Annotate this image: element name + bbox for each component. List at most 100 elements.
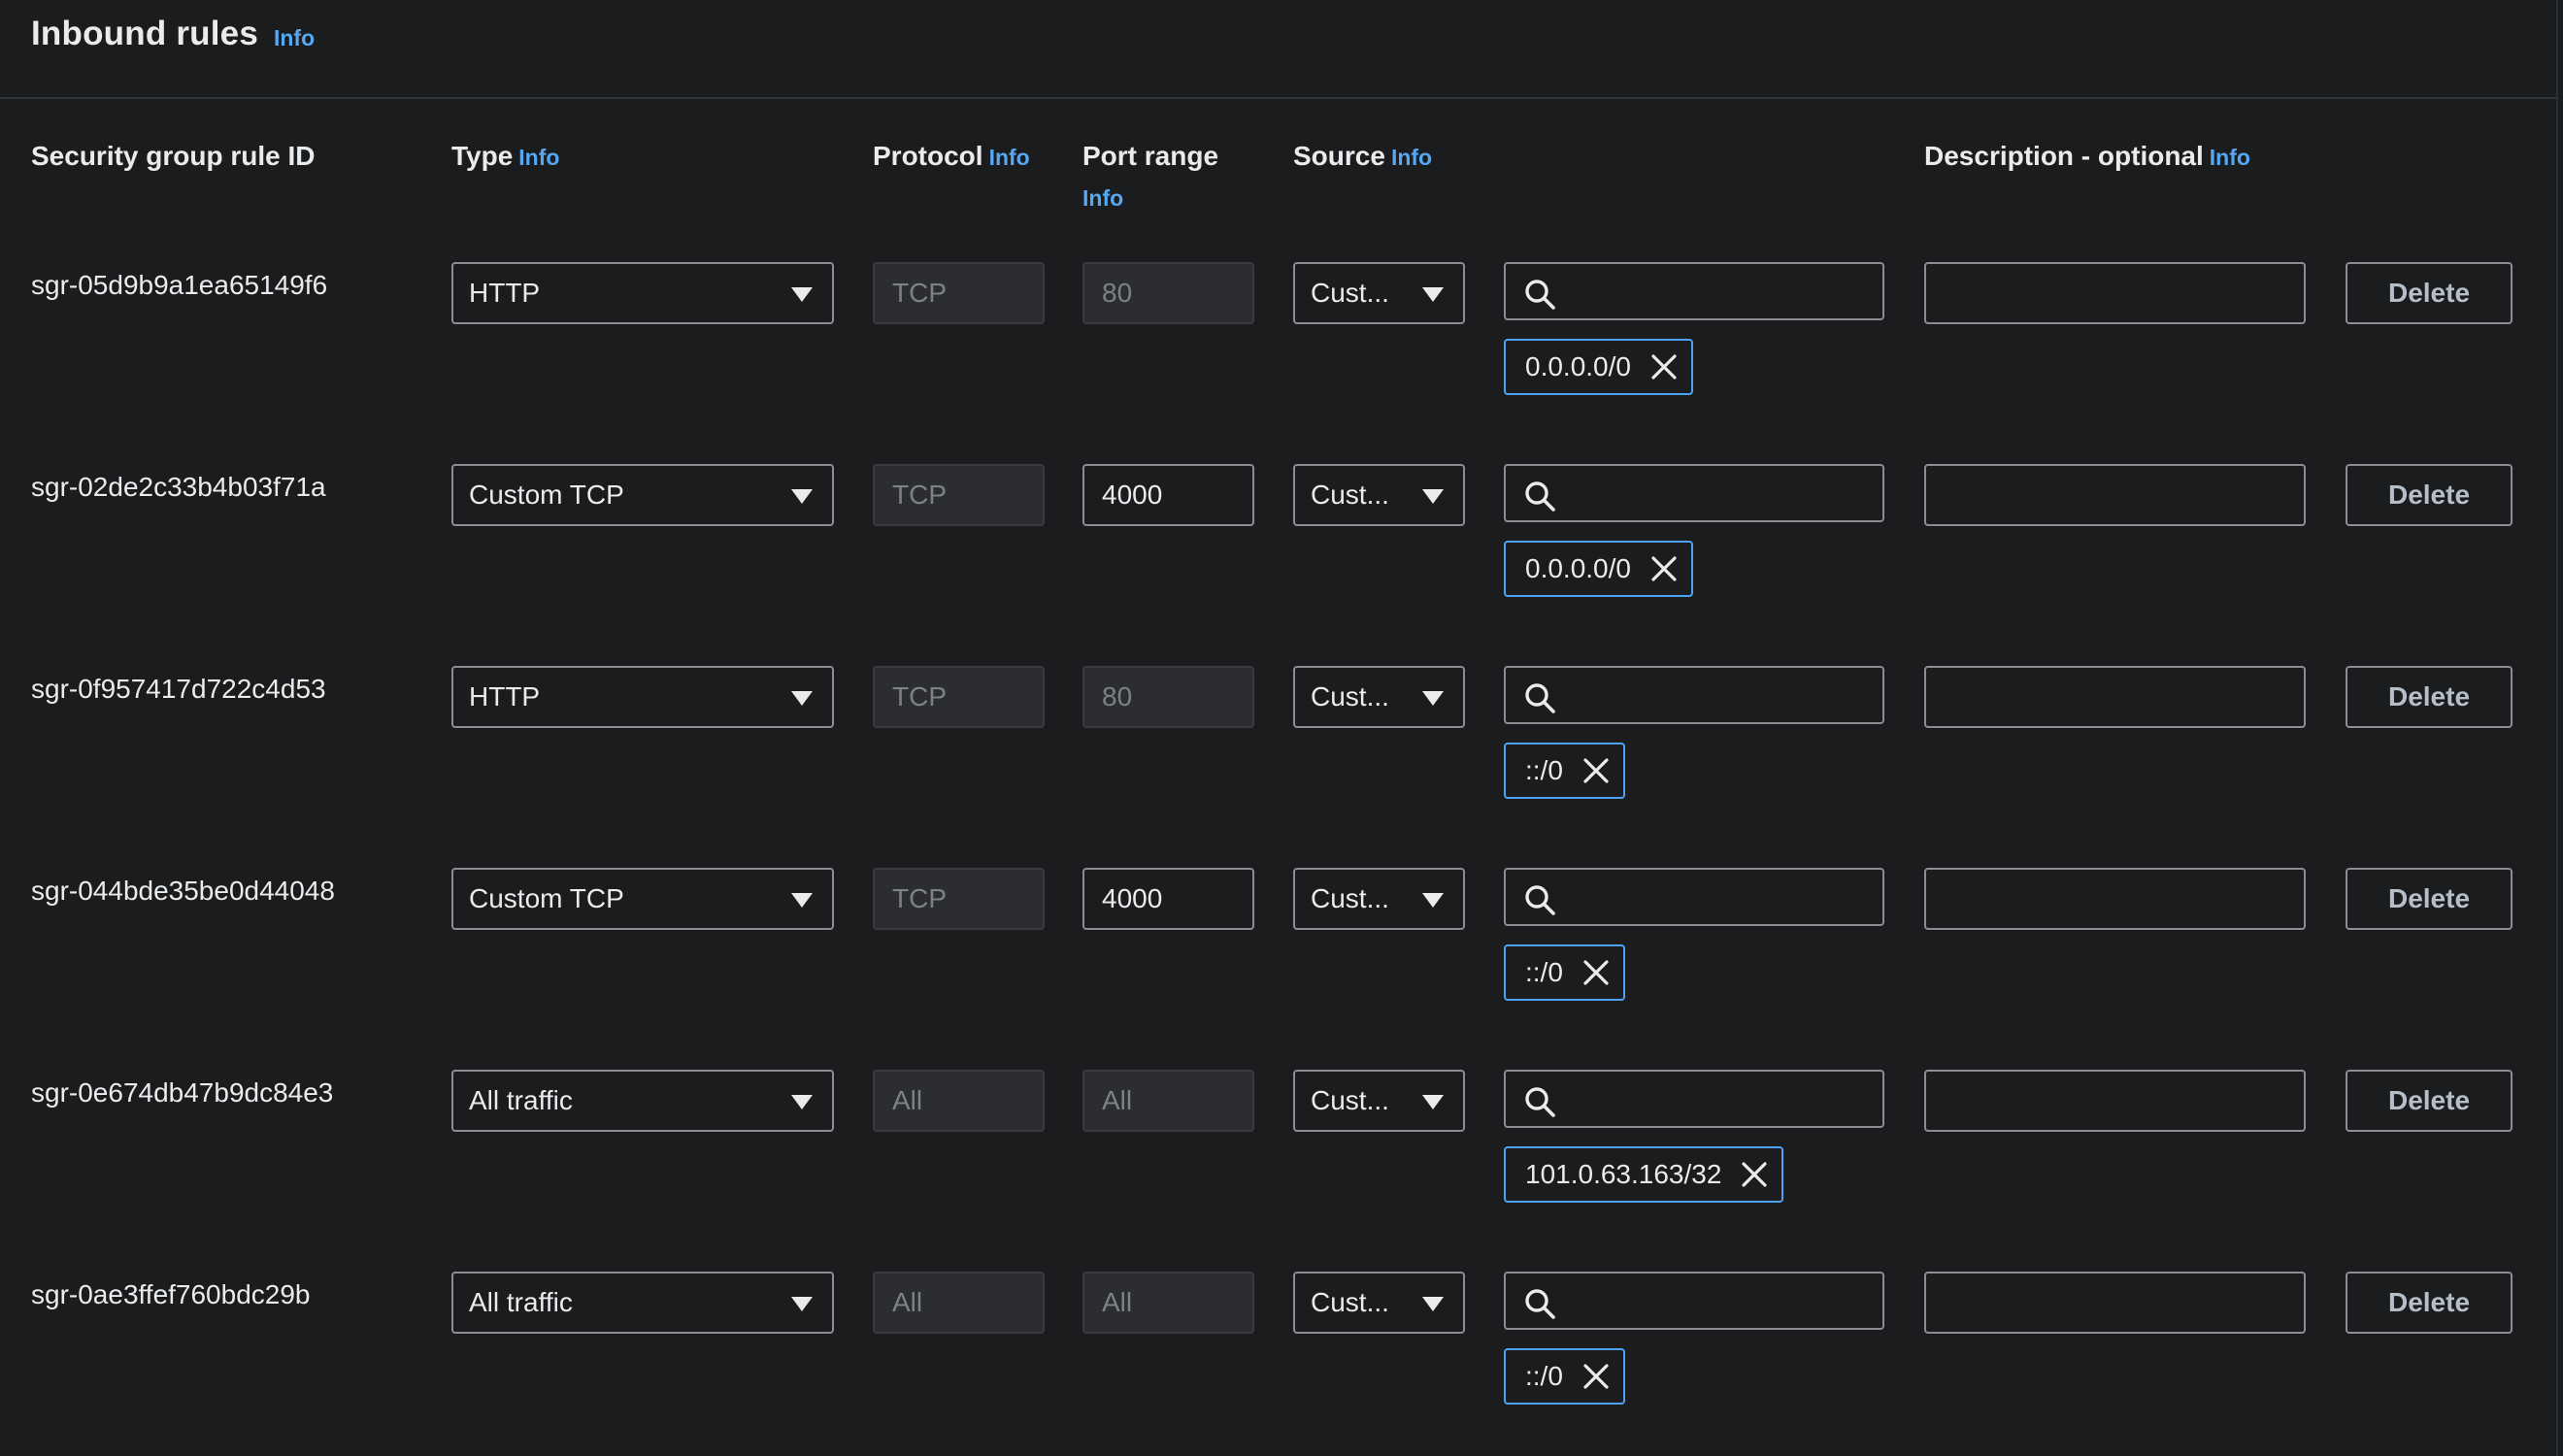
type-select-value: Custom TCP [469, 480, 624, 510]
caret-down-icon [791, 893, 813, 908]
delete-button[interactable]: Delete [2346, 464, 2513, 526]
description-input[interactable] [1924, 1272, 2306, 1334]
source-type-select[interactable]: Cust... [1293, 666, 1465, 728]
port-range-info-link[interactable]: Info [1082, 185, 1123, 211]
port-range-field[interactable]: 4000 [1082, 868, 1254, 930]
close-icon[interactable] [1582, 1363, 1610, 1390]
source-search-input[interactable] [1504, 1272, 1884, 1330]
description-input[interactable] [1924, 262, 2306, 324]
source-token-label: ::/0 [1525, 755, 1563, 785]
section-header: Inbound rules Info [31, 0, 2536, 68]
type-select[interactable]: HTTP [451, 262, 834, 324]
source-type-select[interactable]: Cust... [1293, 464, 1465, 526]
column-label: Port range [1082, 141, 1219, 171]
caret-down-icon [791, 287, 813, 302]
delete-button[interactable]: Delete [2346, 1070, 2513, 1132]
rule-row: sgr-044bde35be0d44048 Custom TCP TCP 4000 Cu… [0, 868, 2556, 1070]
source-type-value: Cust... [1311, 1085, 1389, 1115]
header-divider [0, 97, 2556, 99]
source-type-value: Cust... [1311, 1287, 1389, 1317]
column-header-source: Source Info [1293, 136, 1432, 178]
description-info-link[interactable]: Info [2210, 145, 2250, 170]
source-token-label: ::/0 [1525, 1361, 1563, 1391]
type-select[interactable]: All traffic [451, 1272, 834, 1334]
caret-down-icon [1422, 287, 1444, 302]
column-label: Type [451, 141, 514, 171]
caret-down-icon [791, 1297, 813, 1311]
close-icon[interactable] [1650, 555, 1678, 582]
port-range-field: 80 [1082, 262, 1254, 324]
port-range-field: All [1082, 1070, 1254, 1132]
rule-id: sgr-0f957417d722c4d53 [31, 674, 326, 704]
source-token: ::/0 [1504, 1348, 1625, 1405]
type-select-value: HTTP [469, 681, 541, 711]
protocol-field: All [873, 1272, 1045, 1334]
type-select[interactable]: HTTP [451, 666, 834, 728]
delete-button[interactable]: Delete [2346, 868, 2513, 930]
description-input[interactable] [1924, 868, 2306, 930]
source-type-select[interactable]: Cust... [1293, 1272, 1465, 1334]
source-type-select[interactable]: Cust... [1293, 868, 1465, 930]
type-select-value: HTTP [469, 278, 541, 308]
rule-id: sgr-0e674db47b9dc84e3 [31, 1077, 334, 1108]
rule-row: sgr-0f957417d722c4d53 HTTP TCP 80 Cust...::/… [0, 666, 2556, 868]
description-input[interactable] [1924, 1070, 2306, 1132]
description-input[interactable] [1924, 666, 2306, 728]
protocol-field: All [873, 1070, 1045, 1132]
column-header-type: Type Info [451, 136, 559, 178]
rule-row: sgr-02de2c33b4b03f71a Custom TCP TCP 4000 Cu… [0, 464, 2556, 666]
source-type-value: Cust... [1311, 681, 1389, 711]
caret-down-icon [791, 691, 813, 706]
type-select-value: Custom TCP [469, 883, 624, 913]
type-select[interactable]: Custom TCP [451, 868, 834, 930]
caret-down-icon [791, 1095, 813, 1109]
source-token-label: 0.0.0.0/0 [1525, 553, 1631, 583]
source-search-input[interactable] [1504, 464, 1884, 522]
close-icon[interactable] [1582, 757, 1610, 784]
description-input[interactable] [1924, 464, 2306, 526]
source-type-select[interactable]: Cust... [1293, 1070, 1465, 1132]
source-token-label: ::/0 [1525, 957, 1563, 987]
protocol-info-link[interactable]: Info [989, 145, 1030, 170]
type-select[interactable]: All traffic [451, 1070, 834, 1132]
page-title: Inbound rules [31, 15, 258, 52]
source-type-select[interactable]: Cust... [1293, 262, 1465, 324]
source-info-link[interactable]: Info [1391, 145, 1432, 170]
rule-row: sgr-0e674db47b9dc84e3 All traffic All All Cu… [0, 1070, 2556, 1272]
source-token-label: 101.0.63.163/32 [1525, 1159, 1722, 1189]
port-range-field: All [1082, 1272, 1254, 1334]
type-info-link[interactable]: Info [518, 145, 559, 170]
caret-down-icon [1422, 1095, 1444, 1109]
caret-down-icon [1422, 893, 1444, 908]
protocol-field: TCP [873, 262, 1045, 324]
column-label: Source [1293, 141, 1385, 171]
source-search-input[interactable] [1504, 666, 1884, 724]
source-token: ::/0 [1504, 743, 1625, 799]
source-token: 101.0.63.163/32 [1504, 1146, 1784, 1203]
port-range-field: 80 [1082, 666, 1254, 728]
panel-edge [2556, 0, 2558, 1456]
source-search-input[interactable] [1504, 262, 1884, 320]
rule-row: sgr-05d9b9a1ea65149f6 HTTP TCP 80 Cust... 0.0… [0, 262, 2556, 464]
caret-down-icon [791, 489, 813, 504]
title-info-link[interactable]: Info [274, 25, 315, 51]
delete-button[interactable]: Delete [2346, 262, 2513, 324]
delete-button[interactable]: Delete [2346, 1272, 2513, 1334]
close-icon[interactable] [1582, 959, 1610, 986]
source-search-input[interactable] [1504, 868, 1884, 926]
source-type-value: Cust... [1311, 278, 1389, 308]
caret-down-icon [1422, 691, 1444, 706]
source-token: ::/0 [1504, 944, 1625, 1001]
close-icon[interactable] [1741, 1161, 1768, 1188]
caret-down-icon [1422, 1297, 1444, 1311]
delete-button[interactable]: Delete [2346, 666, 2513, 728]
source-type-value: Cust... [1311, 480, 1389, 510]
caret-down-icon [1422, 489, 1444, 504]
search-icon [1525, 683, 1555, 713]
search-icon [1525, 280, 1555, 310]
protocol-field: TCP [873, 464, 1045, 526]
type-select[interactable]: Custom TCP [451, 464, 834, 526]
source-search-input[interactable] [1504, 1070, 1884, 1128]
port-range-field[interactable]: 4000 [1082, 464, 1254, 526]
close-icon[interactable] [1650, 353, 1678, 381]
